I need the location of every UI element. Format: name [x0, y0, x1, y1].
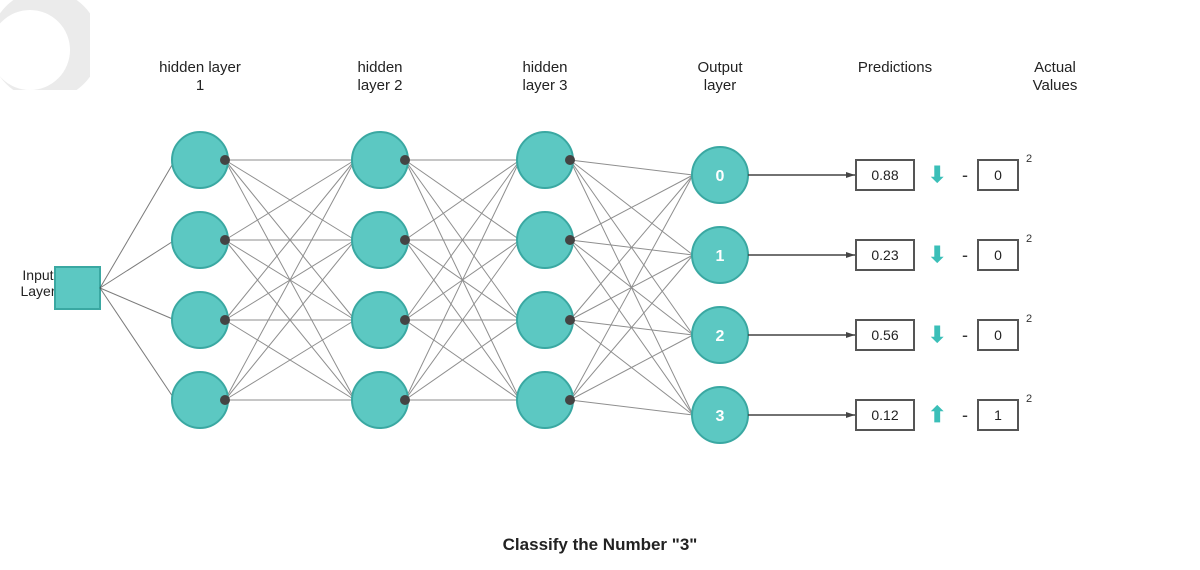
- h1-node-3: [172, 372, 228, 428]
- sup-3: 2: [1026, 393, 1032, 405]
- pred-val-1: 0.23: [871, 247, 898, 263]
- sup-0: 2: [1026, 153, 1032, 165]
- arrow-down-2: ⬇: [928, 322, 946, 347]
- header-output: Output: [697, 59, 743, 76]
- h2-node-1: [352, 212, 408, 268]
- connections-h2-h3: [405, 160, 520, 400]
- dash-0: -: [962, 165, 968, 185]
- h2-node-0: [352, 132, 408, 188]
- h1-arrow-0: [220, 155, 230, 165]
- h3-node-1: [517, 212, 573, 268]
- dash-3: -: [962, 405, 968, 425]
- h1-node-1: [172, 212, 228, 268]
- h2-node-2: [352, 292, 408, 348]
- h2-node-3: [352, 372, 408, 428]
- h3-arrow-0: [565, 155, 575, 165]
- sup-2: 2: [1026, 313, 1032, 325]
- input-layer-label: Input: [22, 267, 53, 283]
- header-actual-2: Values: [1033, 77, 1078, 94]
- input-rect: [55, 267, 100, 309]
- header-hidden2: hidden: [357, 59, 402, 76]
- h3-node-2: [517, 292, 573, 348]
- connections-input-h1: [100, 160, 175, 400]
- header-hidden1: hidden layer: [159, 59, 241, 76]
- arrow-up-3: ⬆: [928, 402, 946, 427]
- header-predictions: Predictions: [858, 59, 932, 76]
- network-svg: hidden layer 1 hidden layer 2 hidden lay…: [0, 0, 1200, 540]
- caption: Classify the Number "3": [503, 535, 698, 555]
- sup-1: 2: [1026, 233, 1032, 245]
- out-label-0: 0: [716, 168, 725, 185]
- connections-h1-h2: [225, 160, 355, 400]
- input-layer-label-2: Layer: [20, 283, 55, 299]
- h3-arrow-3: [565, 395, 575, 405]
- actual-val-2: 0: [994, 327, 1002, 343]
- header-hidden2-2: layer 2: [357, 77, 402, 94]
- dash-1: -: [962, 245, 968, 265]
- header-actual: Actual: [1034, 59, 1076, 76]
- dash-2: -: [962, 325, 968, 345]
- pred-val-0: 0.88: [871, 167, 898, 183]
- h1-node-0: [172, 132, 228, 188]
- arrow-down-0: ⬇: [928, 162, 946, 187]
- out-label-1: 1: [716, 248, 725, 265]
- connections-h3-out: [570, 160, 693, 415]
- header-hidden3: hidden: [522, 59, 567, 76]
- pred-val-2: 0.56: [871, 327, 898, 343]
- h2-arrow-2: [400, 315, 410, 325]
- h1-node-2: [172, 292, 228, 348]
- h3-node-3: [517, 372, 573, 428]
- out-label-2: 2: [716, 328, 725, 345]
- h2-arrow-0: [400, 155, 410, 165]
- pred-val-3: 0.12: [871, 407, 898, 423]
- header-output-2: layer: [704, 77, 737, 94]
- h1-arrow-2: [220, 315, 230, 325]
- h3-arrow-1: [565, 235, 575, 245]
- actual-val-0: 0: [994, 167, 1002, 183]
- h3-node-0: [517, 132, 573, 188]
- h2-arrow-3: [400, 395, 410, 405]
- arrow-down-1: ⬇: [928, 242, 946, 267]
- header-hidden3-2: layer 3: [522, 77, 567, 94]
- h2-arrow-1: [400, 235, 410, 245]
- h3-arrow-2: [565, 315, 575, 325]
- h1-arrow-3: [220, 395, 230, 405]
- out-label-3: 3: [716, 408, 725, 425]
- main-container: hidden layer 1 hidden layer 2 hidden lay…: [0, 0, 1200, 570]
- actual-val-1: 0: [994, 247, 1002, 263]
- header-hidden1-2: 1: [196, 77, 204, 94]
- h1-arrow-1: [220, 235, 230, 245]
- actual-val-3: 1: [994, 407, 1002, 423]
